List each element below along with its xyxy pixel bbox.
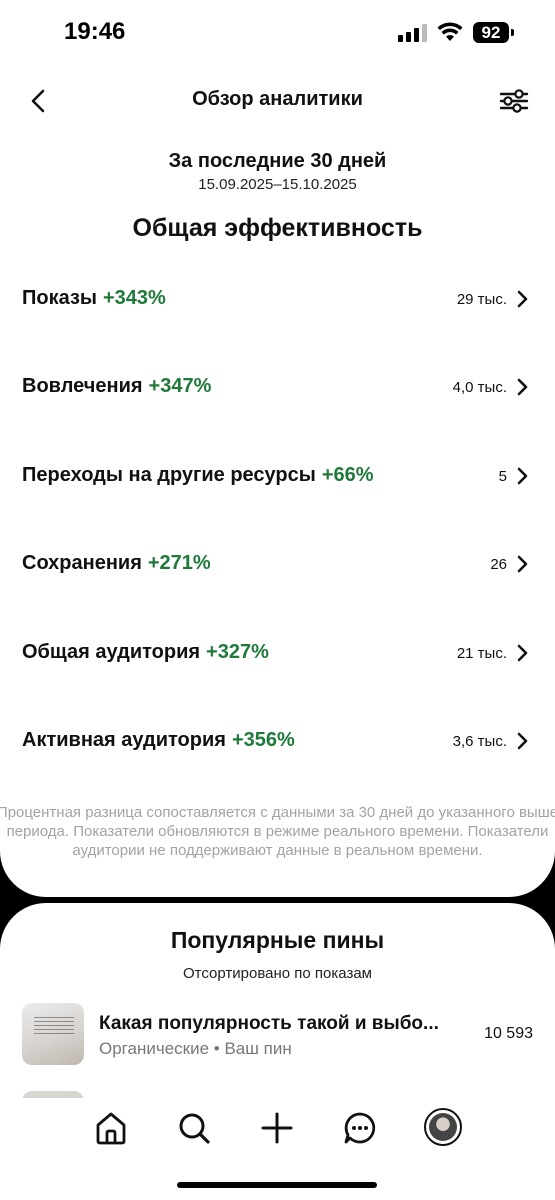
- pin-thumbnail: [22, 1003, 84, 1065]
- metric-change: +327%: [206, 640, 269, 663]
- metric-label: Вовлечения: [22, 375, 143, 398]
- tab-bar: [0, 1098, 555, 1200]
- metric-row-engagements[interactable]: Вовлечения +347% 4,0 тыс.: [0, 342, 555, 430]
- pin-meta: Органические • Ваш пин: [99, 1039, 292, 1059]
- pin-list-item[interactable]: Какая популярность такой и выбо... Орган…: [0, 1001, 555, 1071]
- pin-owner: Ваш пин: [224, 1039, 292, 1058]
- filter-sliders-icon[interactable]: [498, 86, 530, 116]
- metric-change: +343%: [103, 287, 166, 309]
- analytics-card: 19:46 92 Обзор аналитики За последние 30…: [0, 0, 555, 897]
- chevron-right-icon: [517, 644, 528, 661]
- period-dates: 15.09.2025–15.10.2025: [198, 176, 357, 193]
- wifi-icon: [437, 22, 463, 41]
- chevron-right-icon: [517, 290, 528, 308]
- chevron-right-icon: [517, 732, 528, 750]
- home-indicator: [177, 1182, 377, 1188]
- search-icon[interactable]: [174, 1108, 214, 1148]
- metric-value: 3,6 тыс.: [452, 732, 507, 750]
- metric-label: Активная аудитория: [22, 728, 226, 751]
- cellular-signal-icon: [398, 24, 428, 42]
- battery-tip: [511, 29, 514, 36]
- metric-value: 5: [498, 467, 507, 485]
- nav-bar: Обзор аналитики: [0, 78, 555, 122]
- messages-icon[interactable]: [340, 1108, 380, 1148]
- section-title: Общая эффективность: [132, 214, 423, 242]
- popular-pins-sort-label: Отсортировано по показам: [183, 965, 372, 982]
- home-icon[interactable]: [91, 1108, 131, 1148]
- pin-title: Какая популярность такой и выбо...: [99, 1013, 439, 1034]
- metric-value: 29 тыс.: [456, 291, 507, 308]
- chevron-right-icon: [517, 555, 528, 573]
- metric-change: +271%: [147, 552, 211, 575]
- metric-change: +66%: [321, 463, 374, 486]
- metric-label: Переходы на другие ресурсы: [22, 463, 316, 486]
- metric-label: Показы: [22, 287, 97, 309]
- footnote: Процентная разница сопоставляется с данн…: [0, 804, 555, 859]
- metric-row-total-audience[interactable]: Общая аудитория +327% 21 тыс.: [0, 608, 555, 696]
- metric-row-impressions[interactable]: Показы +343% 29 тыс.: [0, 254, 555, 342]
- pin-source: Органические: [99, 1039, 210, 1058]
- metric-label: Общая аудитория: [22, 640, 201, 663]
- avatar-image: [429, 1113, 457, 1141]
- pin-impressions-count: 10 593: [484, 1025, 533, 1042]
- status-bar: 19:46 92: [0, 0, 555, 66]
- metric-change: +356%: [231, 728, 295, 751]
- metric-row-outbound-clicks[interactable]: Переходы на другие ресурсы +66% 5: [0, 431, 555, 519]
- battery-indicator: 92: [473, 22, 509, 43]
- chevron-right-icon: [517, 379, 528, 396]
- metric-value: 26: [490, 556, 507, 574]
- metric-label: Сохранения: [22, 552, 142, 575]
- page-title: Обзор аналитики: [192, 88, 363, 110]
- period-label: За последние 30 дней: [168, 150, 387, 172]
- metrics-list: Показы +343% 29 тыс. Вовлечения +347% 4,0 …: [0, 254, 555, 784]
- metric-value: 4,0 тыс.: [452, 379, 507, 397]
- metric-row-engaged-audience[interactable]: Активная аудитория +356% 3,6 тыс.: [0, 696, 555, 784]
- avatar[interactable]: [424, 1108, 462, 1146]
- metric-change: +347%: [148, 375, 212, 398]
- chevron-right-icon: [517, 467, 528, 485]
- metric-row-saves[interactable]: Сохранения +271% 26: [0, 519, 555, 607]
- status-time: 19:46: [64, 18, 126, 45]
- metric-value: 21 тыс.: [456, 644, 507, 662]
- pin-meta-separator: •: [213, 1039, 220, 1058]
- plus-icon[interactable]: [257, 1108, 297, 1148]
- popular-pins-title: Популярные пины: [170, 927, 385, 953]
